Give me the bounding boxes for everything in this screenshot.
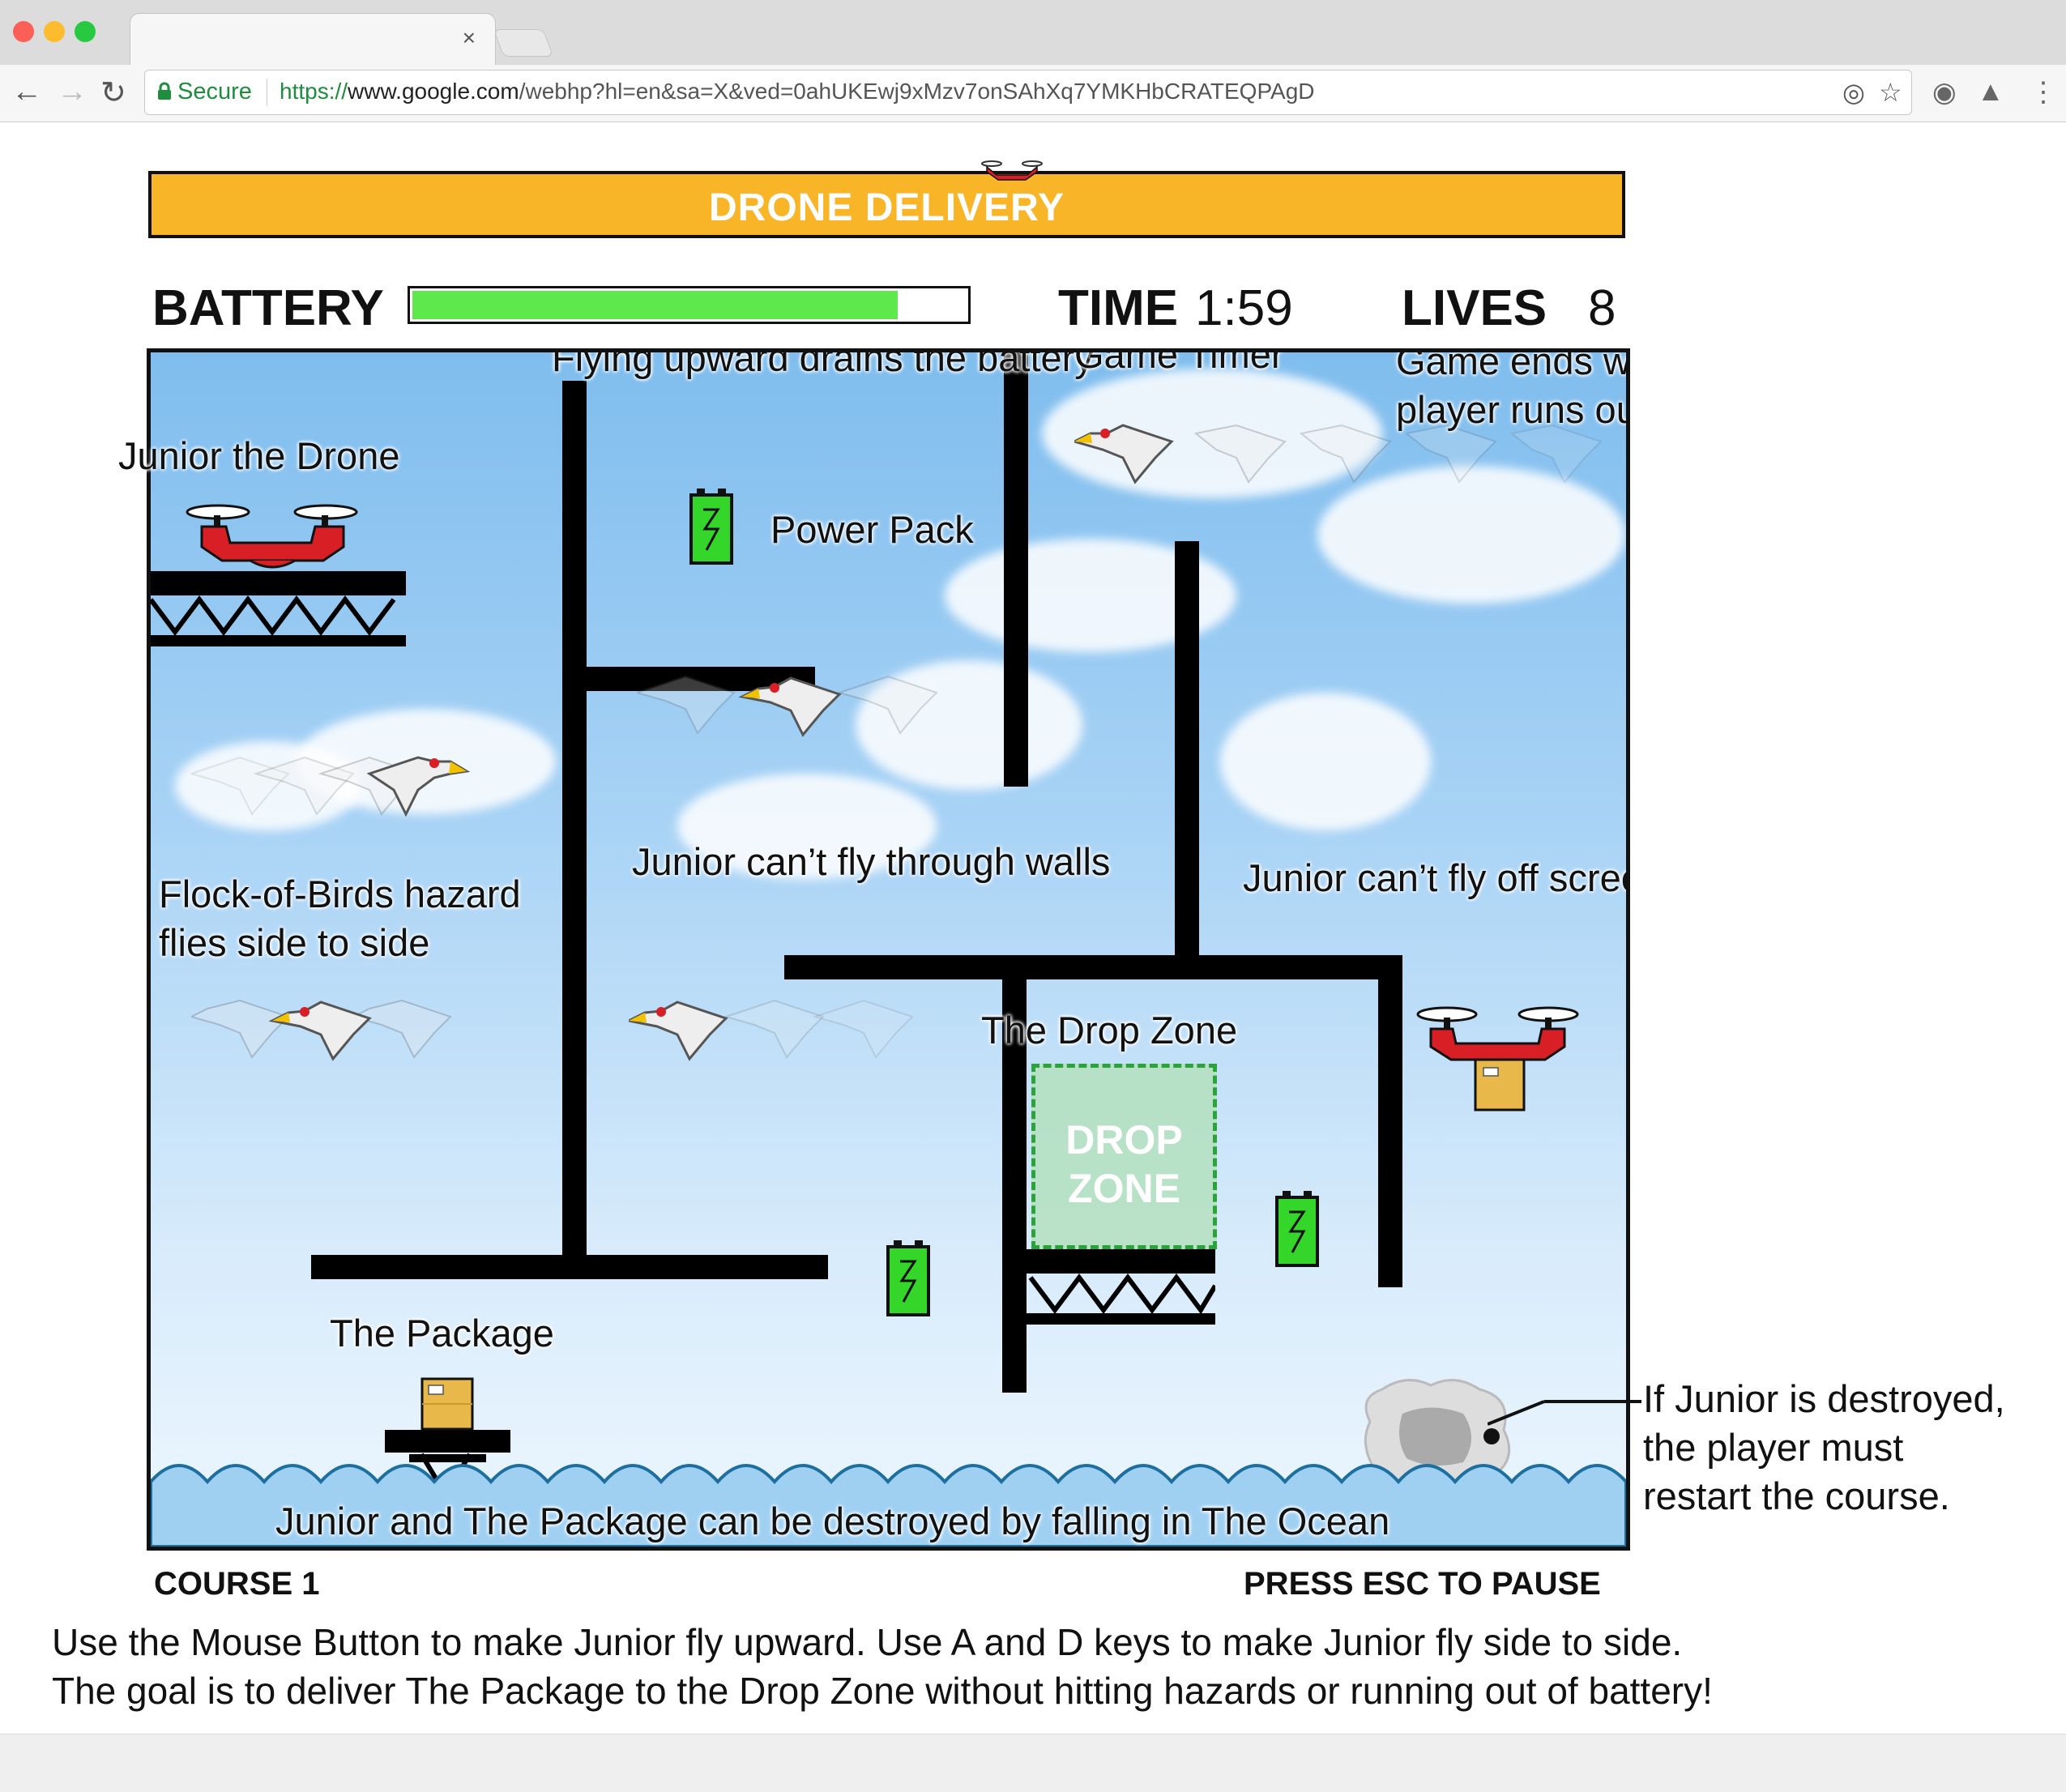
bird-flock-icon (191, 999, 452, 1061)
url-text[interactable]: https://www.google.com/webhp?hl=en&sa=X&… (280, 79, 1315, 105)
minimize-window-button[interactable] (44, 21, 65, 42)
instructions: Use the Mouse Button to make Junior fly … (52, 1618, 1713, 1715)
birds-note-line1: Flock-of-Birds hazard (159, 873, 521, 915)
wall (311, 1255, 828, 1279)
lives-value: 8 (1588, 280, 1616, 336)
battery-note: Flying upward drains the battery (552, 348, 1094, 379)
destroyed-note: If Junior is destroyed, the player must … (1643, 1375, 2005, 1521)
wall (784, 955, 1400, 979)
browser-tab[interactable]: × (130, 13, 496, 67)
wall (1378, 955, 1402, 1287)
drop-zone-line2: ZONE (1068, 1166, 1180, 1211)
destroyed-note-line2: the player must (1643, 1426, 1904, 1469)
start-platform (151, 571, 406, 646)
lives-note-line1: Game ends when (1396, 348, 1630, 382)
star-icon[interactable]: ☆ (1879, 77, 1902, 108)
course-label: COURSE 1 (154, 1566, 320, 1602)
battery-meter (408, 286, 971, 324)
title-drone-icon (981, 160, 1043, 181)
instructions-line2: The goal is to deliver The Package to th… (52, 1670, 1713, 1712)
timer-note: Game Timer (1074, 348, 1284, 376)
reload-icon[interactable]: ↻ (100, 75, 126, 111)
time-label: TIME (1058, 280, 1179, 336)
destroyed-note-line1: If Junior is destroyed, (1643, 1377, 2005, 1420)
wall (1175, 541, 1199, 971)
close-window-button[interactable] (13, 21, 34, 42)
browser-toolbar: ← → ↻ Secure https://www.google.com/webh… (0, 65, 2066, 122)
title-banner: DRONE DELIVERY (148, 171, 1625, 238)
pause-label: PRESS ESC TO PAUSE (1244, 1566, 1601, 1602)
drop-zone-platform (1027, 1249, 1215, 1325)
lock-icon (158, 82, 171, 100)
ocean-note: Junior and The Package can be destroyed … (275, 1500, 1390, 1542)
battery-fill (412, 291, 899, 319)
power-pack-note: Power Pack (770, 508, 974, 551)
new-tab-button[interactable] (493, 29, 554, 57)
back-icon[interactable]: ← (11, 75, 42, 109)
power-pack-icon (886, 1240, 930, 1316)
target-icon[interactable]: ◎ (1842, 77, 1865, 108)
cloud (1220, 693, 1431, 830)
address-bar[interactable]: Secure https://www.google.com/webhp?hl=e… (144, 70, 1912, 115)
power-pack-icon (1275, 1191, 1319, 1267)
maximize-window-button[interactable] (75, 21, 96, 42)
url-path: /webhp?hl=en&sa=X&ved=0ahUKEwj9xMzv7onSA… (519, 79, 1315, 104)
package-icon (420, 1377, 474, 1431)
explosion-pointer-line (1488, 1400, 1641, 1426)
drone-note: Junior the Drone (118, 434, 400, 477)
birds-note-line2: flies side to side (159, 921, 430, 964)
instructions-line1: Use the Mouse Button to make Junior fly … (52, 1621, 1683, 1663)
junior-drone-icon (186, 504, 358, 569)
lives-note-line2: player runs out of lives (1396, 388, 1626, 431)
secure-indicator[interactable]: Secure (156, 79, 252, 105)
lives-label: LIVES (1402, 280, 1547, 336)
bird-flock-icon (637, 675, 938, 737)
menu-icon[interactable]: ⋮ (2030, 76, 2057, 109)
drop-zone-note: The Drop Zone (981, 1009, 1238, 1052)
browser-bottom-bar (0, 1734, 2066, 1792)
power-pack-icon (689, 489, 733, 565)
time-value: 1:59 (1195, 280, 1293, 336)
browser-tab-strip: × (0, 0, 2066, 67)
drive-icon[interactable]: ▲ (1977, 76, 2004, 108)
url-host: www.google.com (348, 79, 519, 104)
drone-carrying-package-icon (1416, 1006, 1579, 1111)
tab-close-icon[interactable]: × (463, 25, 476, 51)
game-canvas[interactable]: DROP ZONE Flying upward drains the batte… (147, 348, 1630, 1551)
url-scheme: https:// (280, 79, 348, 104)
package-note: The Package (330, 1312, 554, 1355)
drop-zone: DROP ZONE (1031, 1064, 1217, 1249)
destroyed-note-line3: restart the course. (1643, 1474, 1950, 1517)
game-title: DRONE DELIVERY (709, 186, 1065, 229)
extension-icon[interactable]: ◉ (1932, 76, 1957, 109)
battery-label: BATTERY (152, 280, 384, 336)
walls-note: Junior can’t fly through walls (632, 840, 1111, 883)
secure-label: Secure (177, 79, 252, 105)
offscreen-note: Junior can’t fly off screen (1243, 856, 1630, 899)
wall (562, 381, 587, 1264)
forward-icon[interactable]: → (57, 75, 88, 109)
bird-flock-icon (191, 756, 471, 817)
drop-zone-line1: DROP (1065, 1117, 1183, 1163)
